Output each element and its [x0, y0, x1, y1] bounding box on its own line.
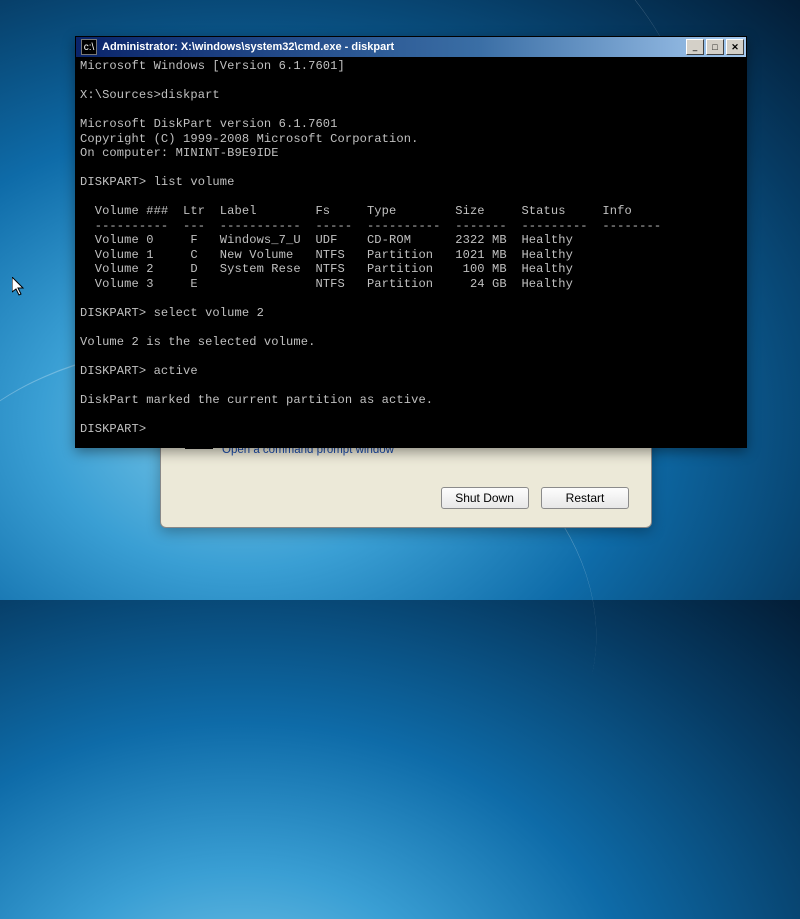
- console-line: DISKPART> select volume 2: [80, 306, 264, 320]
- console-line: ---------- --- ----------- ----- -------…: [80, 219, 661, 233]
- dialog-button-row: Shut Down Restart: [433, 487, 629, 509]
- table-row: Volume 3 E NTFS Partition 24 GB Healthy: [80, 277, 573, 291]
- shutdown-button[interactable]: Shut Down: [441, 487, 529, 509]
- maximize-button[interactable]: □: [706, 39, 724, 55]
- console-line: Volume ### Ltr Label Fs Type Size Status…: [80, 204, 632, 218]
- cmd-window[interactable]: c:\ Administrator: X:\windows\system32\c…: [75, 36, 747, 448]
- console-line: Microsoft Windows [Version 6.1.7601]: [80, 59, 345, 73]
- console-line: DiskPart marked the current partition as…: [80, 393, 433, 407]
- restart-button[interactable]: Restart: [541, 487, 629, 509]
- console-line: Microsoft DiskPart version 6.1.7601: [80, 117, 338, 131]
- table-row: Volume 1 C New Volume NTFS Partition 102…: [80, 248, 573, 262]
- console-output[interactable]: Microsoft Windows [Version 6.1.7601] X:\…: [76, 57, 746, 438]
- minimize-button[interactable]: _: [686, 39, 704, 55]
- table-row: Volume 2 D System Rese NTFS Partition 10…: [80, 262, 573, 276]
- close-button[interactable]: ✕: [726, 39, 744, 55]
- console-line: DISKPART> list volume: [80, 175, 235, 189]
- console-line: On computer: MININT-B9E9IDE: [80, 146, 279, 160]
- table-row: Volume 0 F Windows_7_U UDF CD-ROM 2322 M…: [80, 233, 573, 247]
- console-line: Copyright (C) 1999-2008 Microsoft Corpor…: [80, 132, 418, 146]
- console-line: DISKPART> active: [80, 364, 198, 378]
- console-line: X:\Sources>diskpart: [80, 88, 220, 102]
- titlebar[interactable]: c:\ Administrator: X:\windows\system32\c…: [76, 37, 746, 57]
- console-line: DISKPART>: [80, 422, 146, 436]
- cmd-icon: c:\: [81, 39, 97, 55]
- window-title: Administrator: X:\windows\system32\cmd.e…: [102, 41, 686, 53]
- console-line: Volume 2 is the selected volume.: [80, 335, 315, 349]
